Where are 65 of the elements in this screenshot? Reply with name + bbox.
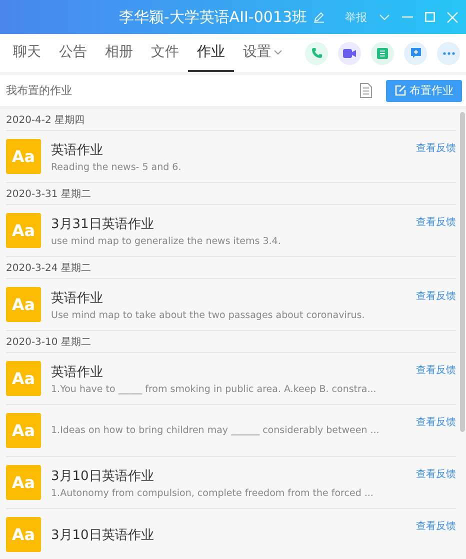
video-call-button[interactable]	[338, 42, 361, 64]
homework-description: Reading the news- 5 and 6.	[51, 162, 182, 172]
new-chat-button[interactable]	[404, 42, 427, 64]
homework-icon: Aa	[6, 361, 41, 396]
homework-item[interactable]: Aa 1.Ideas on how to bring children may ______ considerably between ... 查看反馈	[6, 405, 456, 457]
homework-title: 3月10日英语作业	[51, 526, 154, 544]
tab[interactable]: 公告	[50, 34, 96, 72]
date-header: 2020-3-24 星期二	[6, 257, 456, 279]
homework-icon: Aa	[6, 413, 41, 448]
date-header: 2020-4-2 星期四	[6, 109, 456, 131]
pencil-icon[interactable]	[313, 11, 325, 23]
homework-icon: Aa	[6, 517, 41, 552]
document-icon	[377, 48, 388, 58]
homework-item[interactable]: Aa 英语作业 Reading the news- 5 and 6. 查看反馈	[6, 131, 456, 183]
view-feedback-link[interactable]: 查看反馈	[416, 289, 456, 303]
homework-icon: Aa	[6, 139, 41, 174]
homework-title: 英语作业	[51, 364, 104, 380]
more-button[interactable]	[437, 42, 460, 64]
window-title: 李华颖-大学英语AII-0013班	[118, 8, 307, 26]
tab[interactable]: 文件	[142, 34, 188, 72]
phone-button[interactable]	[305, 42, 328, 64]
video-camera-icon	[343, 48, 356, 58]
phone-icon	[310, 47, 322, 59]
more-icon	[442, 52, 454, 54]
homework-title: 英语作业	[51, 290, 104, 306]
homework-description: use mind map to generalize the news items 3.4.	[51, 236, 281, 246]
homework-description: 1.Ideas on how to bring children may ______ considerably between ...	[51, 425, 380, 436]
view-feedback-link[interactable]: 查看反馈	[416, 519, 456, 533]
date-header: 2020-3-31 星期二	[6, 183, 456, 205]
tab[interactable]: 聊天	[4, 34, 50, 72]
date-header: 2020-3-10 星期二	[6, 331, 456, 353]
homework-item[interactable]: Aa 3月10日英语作业 查看反馈	[6, 509, 456, 559]
homework-description: 1.Autonomy from compulsion, complete freedom from the forced ...	[51, 488, 374, 498]
homework-item[interactable]: Aa 3月10日英语作业 1.Autonomy from compulsion, complete freedom from the forced ... 查看反馈	[6, 457, 456, 509]
view-feedback-link[interactable]: 查看反馈	[416, 467, 456, 481]
tab[interactable]: 相册	[96, 34, 142, 72]
homework-icon: Aa	[6, 213, 41, 248]
homework-icon: Aa	[6, 287, 41, 322]
homework-description: Use mind map to take about the two passages about coronavirus.	[51, 310, 365, 320]
view-feedback-link[interactable]: 查看反馈	[416, 141, 456, 155]
homework-item[interactable]: Aa 英语作业 Use mind map to take about the two passages about coronavirus. 查看反馈	[6, 279, 456, 331]
section-heading: 我布置的作业	[6, 83, 72, 98]
tab[interactable]: 作业	[188, 34, 234, 72]
edit-icon	[394, 85, 406, 96]
homework-title: 3月31日英语作业	[51, 216, 155, 232]
view-feedback-link[interactable]: 查看反馈	[416, 215, 456, 229]
assign-homework-button[interactable]: 布置作业	[386, 80, 462, 102]
homework-item[interactable]: Aa 3月31日英语作业 use mind map to generalize the news items 3.4. 查看反馈	[6, 205, 456, 257]
chevron-down-icon[interactable]	[379, 14, 390, 20]
chat-plus-icon	[410, 47, 422, 59]
close-icon[interactable]	[447, 12, 458, 22]
document-icon[interactable]	[360, 83, 372, 98]
maximize-icon[interactable]	[425, 12, 435, 22]
scrollbar-thumb[interactable]	[460, 112, 465, 432]
homework-item[interactable]: Aa 英语作业 1.You have to _____ from smoking in public area. A.keep B. constra... 查看反馈	[6, 353, 456, 405]
homework-title: 英语作业	[51, 142, 104, 158]
homework-description: 1.You have to _____ from smoking in public area. A.keep B. constra...	[51, 384, 376, 394]
tab[interactable]: 设置	[234, 34, 291, 72]
homework-title: 3月10日英语作业	[51, 468, 155, 484]
chevron-down-icon	[274, 50, 282, 54]
view-feedback-link[interactable]: 查看反馈	[416, 415, 456, 429]
minimize-icon[interactable]	[402, 16, 413, 18]
homework-icon: Aa	[6, 465, 41, 500]
view-feedback-link[interactable]: 查看反馈	[416, 363, 456, 377]
class-button[interactable]	[371, 42, 394, 64]
